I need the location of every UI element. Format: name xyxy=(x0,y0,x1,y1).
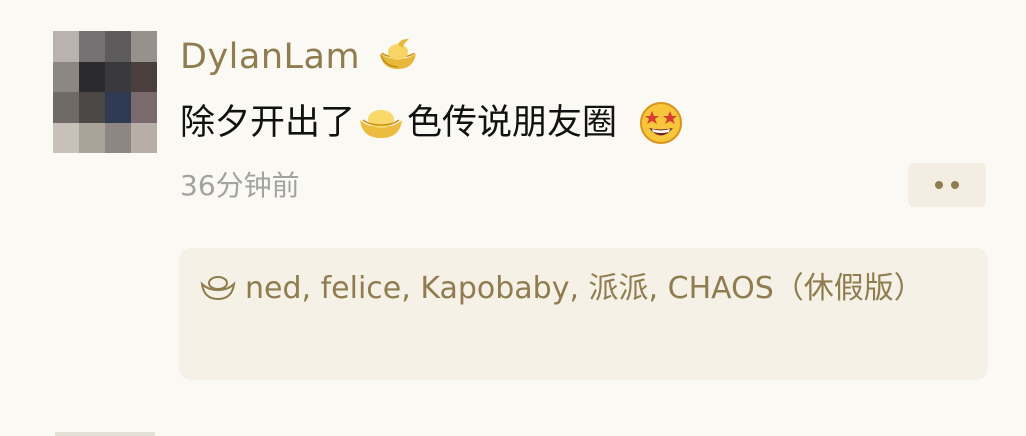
avatar-pixel xyxy=(53,92,79,123)
post-content: 除夕开出了 色传说朋友圈 xyxy=(180,98,683,148)
avatar-pixel xyxy=(79,31,105,62)
like-separator: , xyxy=(401,271,421,306)
avatar-pixel xyxy=(131,92,157,123)
avatar-pixel xyxy=(53,31,79,62)
avatar-pixel xyxy=(105,122,131,153)
avatar[interactable] xyxy=(53,31,157,153)
likes-panel: ned, felice, Kapobaby, 派派, CHAOS（休假版） xyxy=(179,248,988,380)
like-separator: , xyxy=(648,271,668,306)
gold-ingot-icon xyxy=(360,110,403,138)
like-name[interactable]: CHAOS（休假版） xyxy=(668,271,924,306)
username[interactable]: DylanLam xyxy=(180,35,360,79)
like-name[interactable]: 派派 xyxy=(589,271,649,306)
star-struck-face-icon xyxy=(640,102,683,144)
avatar-pixel xyxy=(131,122,157,153)
avatar-pixel xyxy=(53,122,79,153)
like-name[interactable]: ned xyxy=(245,271,302,306)
avatar-pixel xyxy=(79,61,105,92)
next-post-peek xyxy=(55,432,155,436)
like-name[interactable]: felice xyxy=(321,271,402,306)
post-text-before: 除夕开出了 xyxy=(180,103,356,143)
avatar-pixel xyxy=(105,31,131,62)
like-name[interactable]: Kapobaby xyxy=(420,271,569,306)
timestamp: 36分钟前 xyxy=(180,169,300,202)
avatar-pixel xyxy=(131,31,157,62)
like-separator: , xyxy=(569,271,589,306)
avatar-pixel xyxy=(105,61,131,92)
avatar-pixel xyxy=(105,92,131,123)
avatar-pixel xyxy=(79,92,105,123)
avatar-pixel xyxy=(79,122,105,153)
like-separator: , xyxy=(301,271,321,306)
more-dots-icon xyxy=(935,181,943,189)
more-dots-icon xyxy=(951,181,959,189)
gold-ingot-outline-icon xyxy=(200,276,236,301)
avatar-pixel xyxy=(131,61,157,92)
post-text-after: 色传说朋友圈 xyxy=(407,103,618,143)
avatar-pixel xyxy=(53,61,79,92)
more-button[interactable] xyxy=(908,163,986,207)
likes-list: ned, felice, Kapobaby, 派派, CHAOS（休假版） xyxy=(199,266,969,312)
gold-ingot-icon xyxy=(380,38,416,69)
